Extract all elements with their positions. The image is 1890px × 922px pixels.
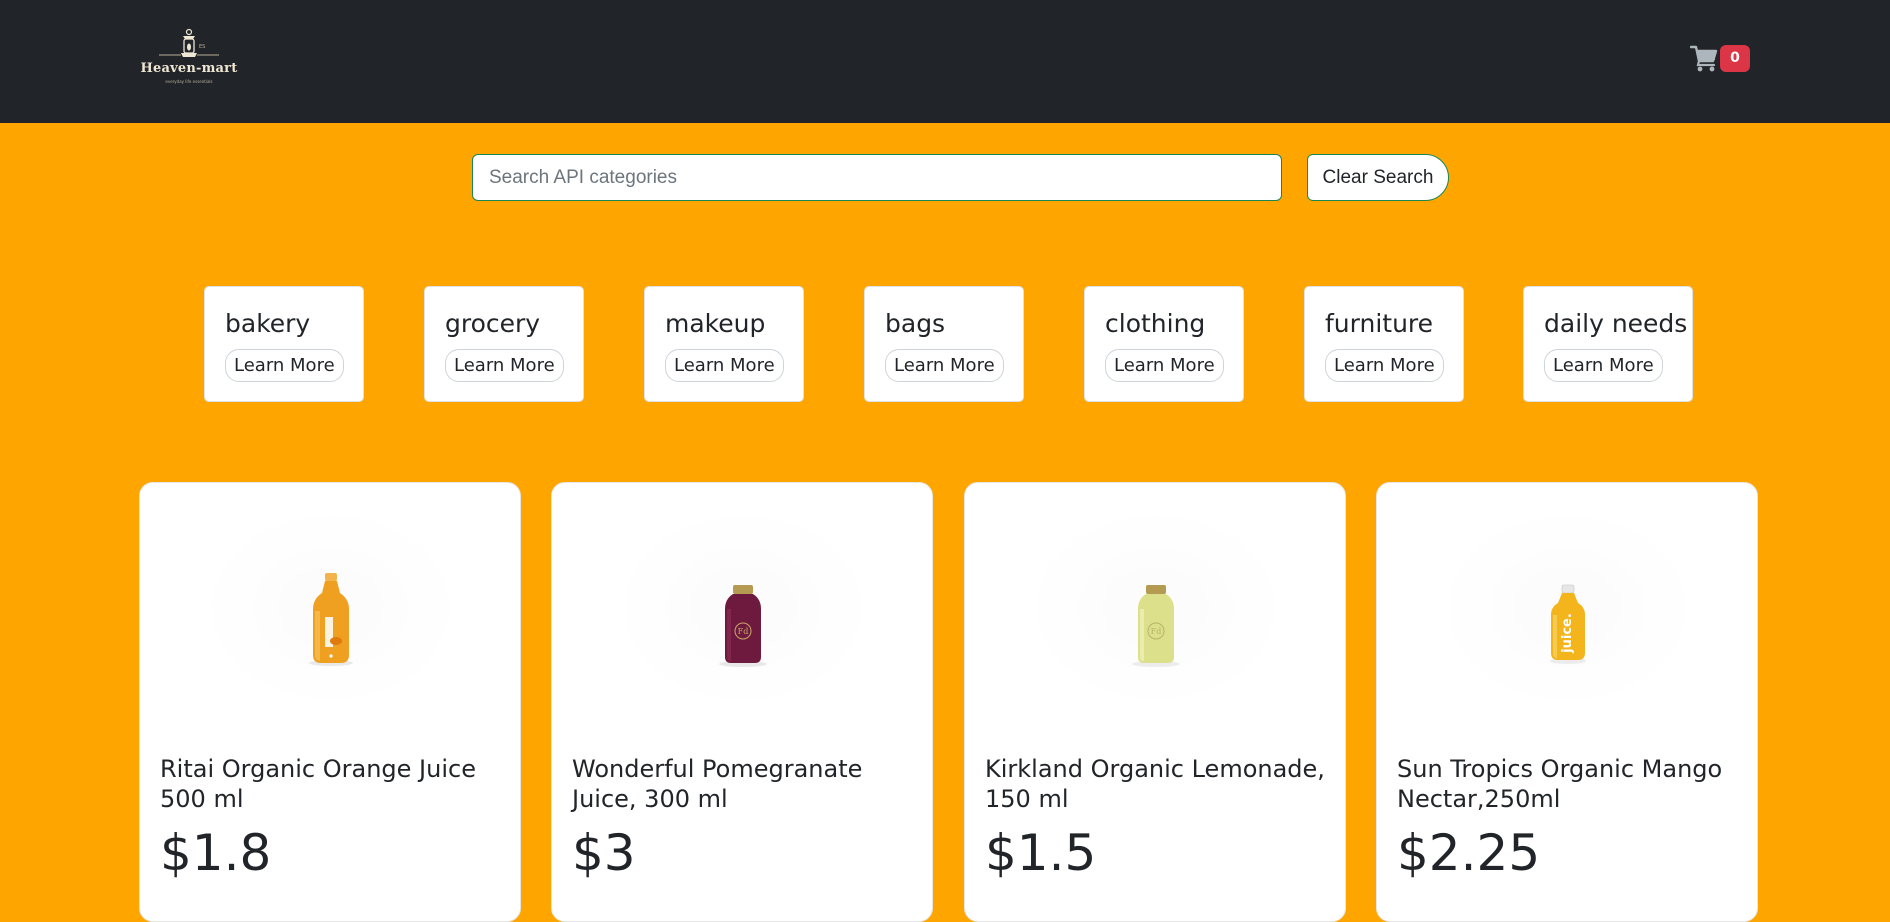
cart-count-badge: 0 [1720, 45, 1750, 72]
lantern-icon: ES [159, 28, 219, 57]
logo-text: Heaven-mart [140, 61, 238, 76]
heaven-mart-logo[interactable]: ES Heaven-mart everyday life essentials [137, 28, 241, 88]
cart-button[interactable]: 0 [1690, 43, 1750, 73]
product-card[interactable]: Ritai Organic Orange Juice 500 ml $1.8 [139, 482, 521, 922]
category-card-makeup: makeup Learn More [644, 286, 804, 402]
category-list: bakery Learn More grocery Learn More mak… [204, 286, 1694, 402]
category-title: daily needs [1544, 309, 1688, 338]
top-navbar: ES Heaven-mart everyday life essentials … [0, 0, 1890, 123]
category-card-furniture: furniture Learn More [1304, 286, 1464, 402]
category-title: makeup [665, 309, 766, 338]
category-card-grocery: grocery Learn More [424, 286, 584, 402]
product-card[interactable]: Fd Kirkland Organic Lemonade, 150 ml $1.… [964, 482, 1346, 922]
product-title: Wonderful Pomegranate Juice, 300 ml [572, 755, 863, 813]
search-input[interactable] [472, 154, 1282, 201]
category-title: grocery [445, 309, 541, 338]
svg-text:ES: ES [199, 44, 205, 50]
product-title: Kirkland Organic Lemonade, 150 ml [985, 755, 1325, 813]
learn-more-button[interactable]: Learn More [885, 349, 1004, 382]
svg-text:Fd: Fd [738, 627, 749, 636]
product-card[interactable]: juice. Sun Tropics Organic Mango Nectar,… [1376, 482, 1758, 922]
shopping-cart-icon [1690, 45, 1718, 72]
logo-tagline: everyday life essentials [165, 79, 213, 84]
product-price: $1.8 [160, 824, 272, 882]
category-title: bags [885, 309, 946, 338]
product-title: Sun Tropics Organic Mango Nectar,250ml [1397, 755, 1723, 813]
svg-text:Fd: Fd [1151, 627, 1162, 636]
category-card-clothing: clothing Learn More [1084, 286, 1244, 402]
lemonade-bottle-image: Fd [1033, 513, 1279, 703]
category-title: clothing [1105, 309, 1206, 338]
category-card-bakery: bakery Learn More [204, 286, 364, 402]
orange-juice-bottle-image [208, 513, 454, 703]
product-price: $3 [572, 824, 636, 882]
pomegranate-juice-bottle-image: Fd [620, 513, 866, 703]
product-card[interactable]: Fd Wonderful Pomegranate Juice, 300 ml $… [551, 482, 933, 922]
learn-more-button[interactable]: Learn More [1105, 349, 1224, 382]
learn-more-button[interactable]: Learn More [1325, 349, 1444, 382]
clear-search-button[interactable]: Clear Search [1307, 154, 1449, 201]
mango-nectar-bottle-image: juice. [1445, 513, 1691, 703]
category-title: furniture [1325, 309, 1434, 338]
category-card-bags: bags Learn More [864, 286, 1024, 402]
product-price: $2.25 [1397, 824, 1541, 882]
learn-more-button[interactable]: Learn More [665, 349, 784, 382]
svg-text:juice.: juice. [1560, 613, 1575, 654]
product-grid: Ritai Organic Orange Juice 500 ml $1.8 F… [139, 482, 1760, 922]
category-card-daily-needs: daily needs Learn More [1523, 286, 1693, 402]
product-price: $1.5 [985, 824, 1097, 882]
learn-more-button[interactable]: Learn More [1544, 349, 1663, 382]
category-title: bakery [225, 309, 311, 338]
learn-more-button[interactable]: Learn More [445, 349, 564, 382]
learn-more-button[interactable]: Learn More [225, 349, 344, 382]
product-title: Ritai Organic Orange Juice 500 ml [160, 755, 476, 813]
